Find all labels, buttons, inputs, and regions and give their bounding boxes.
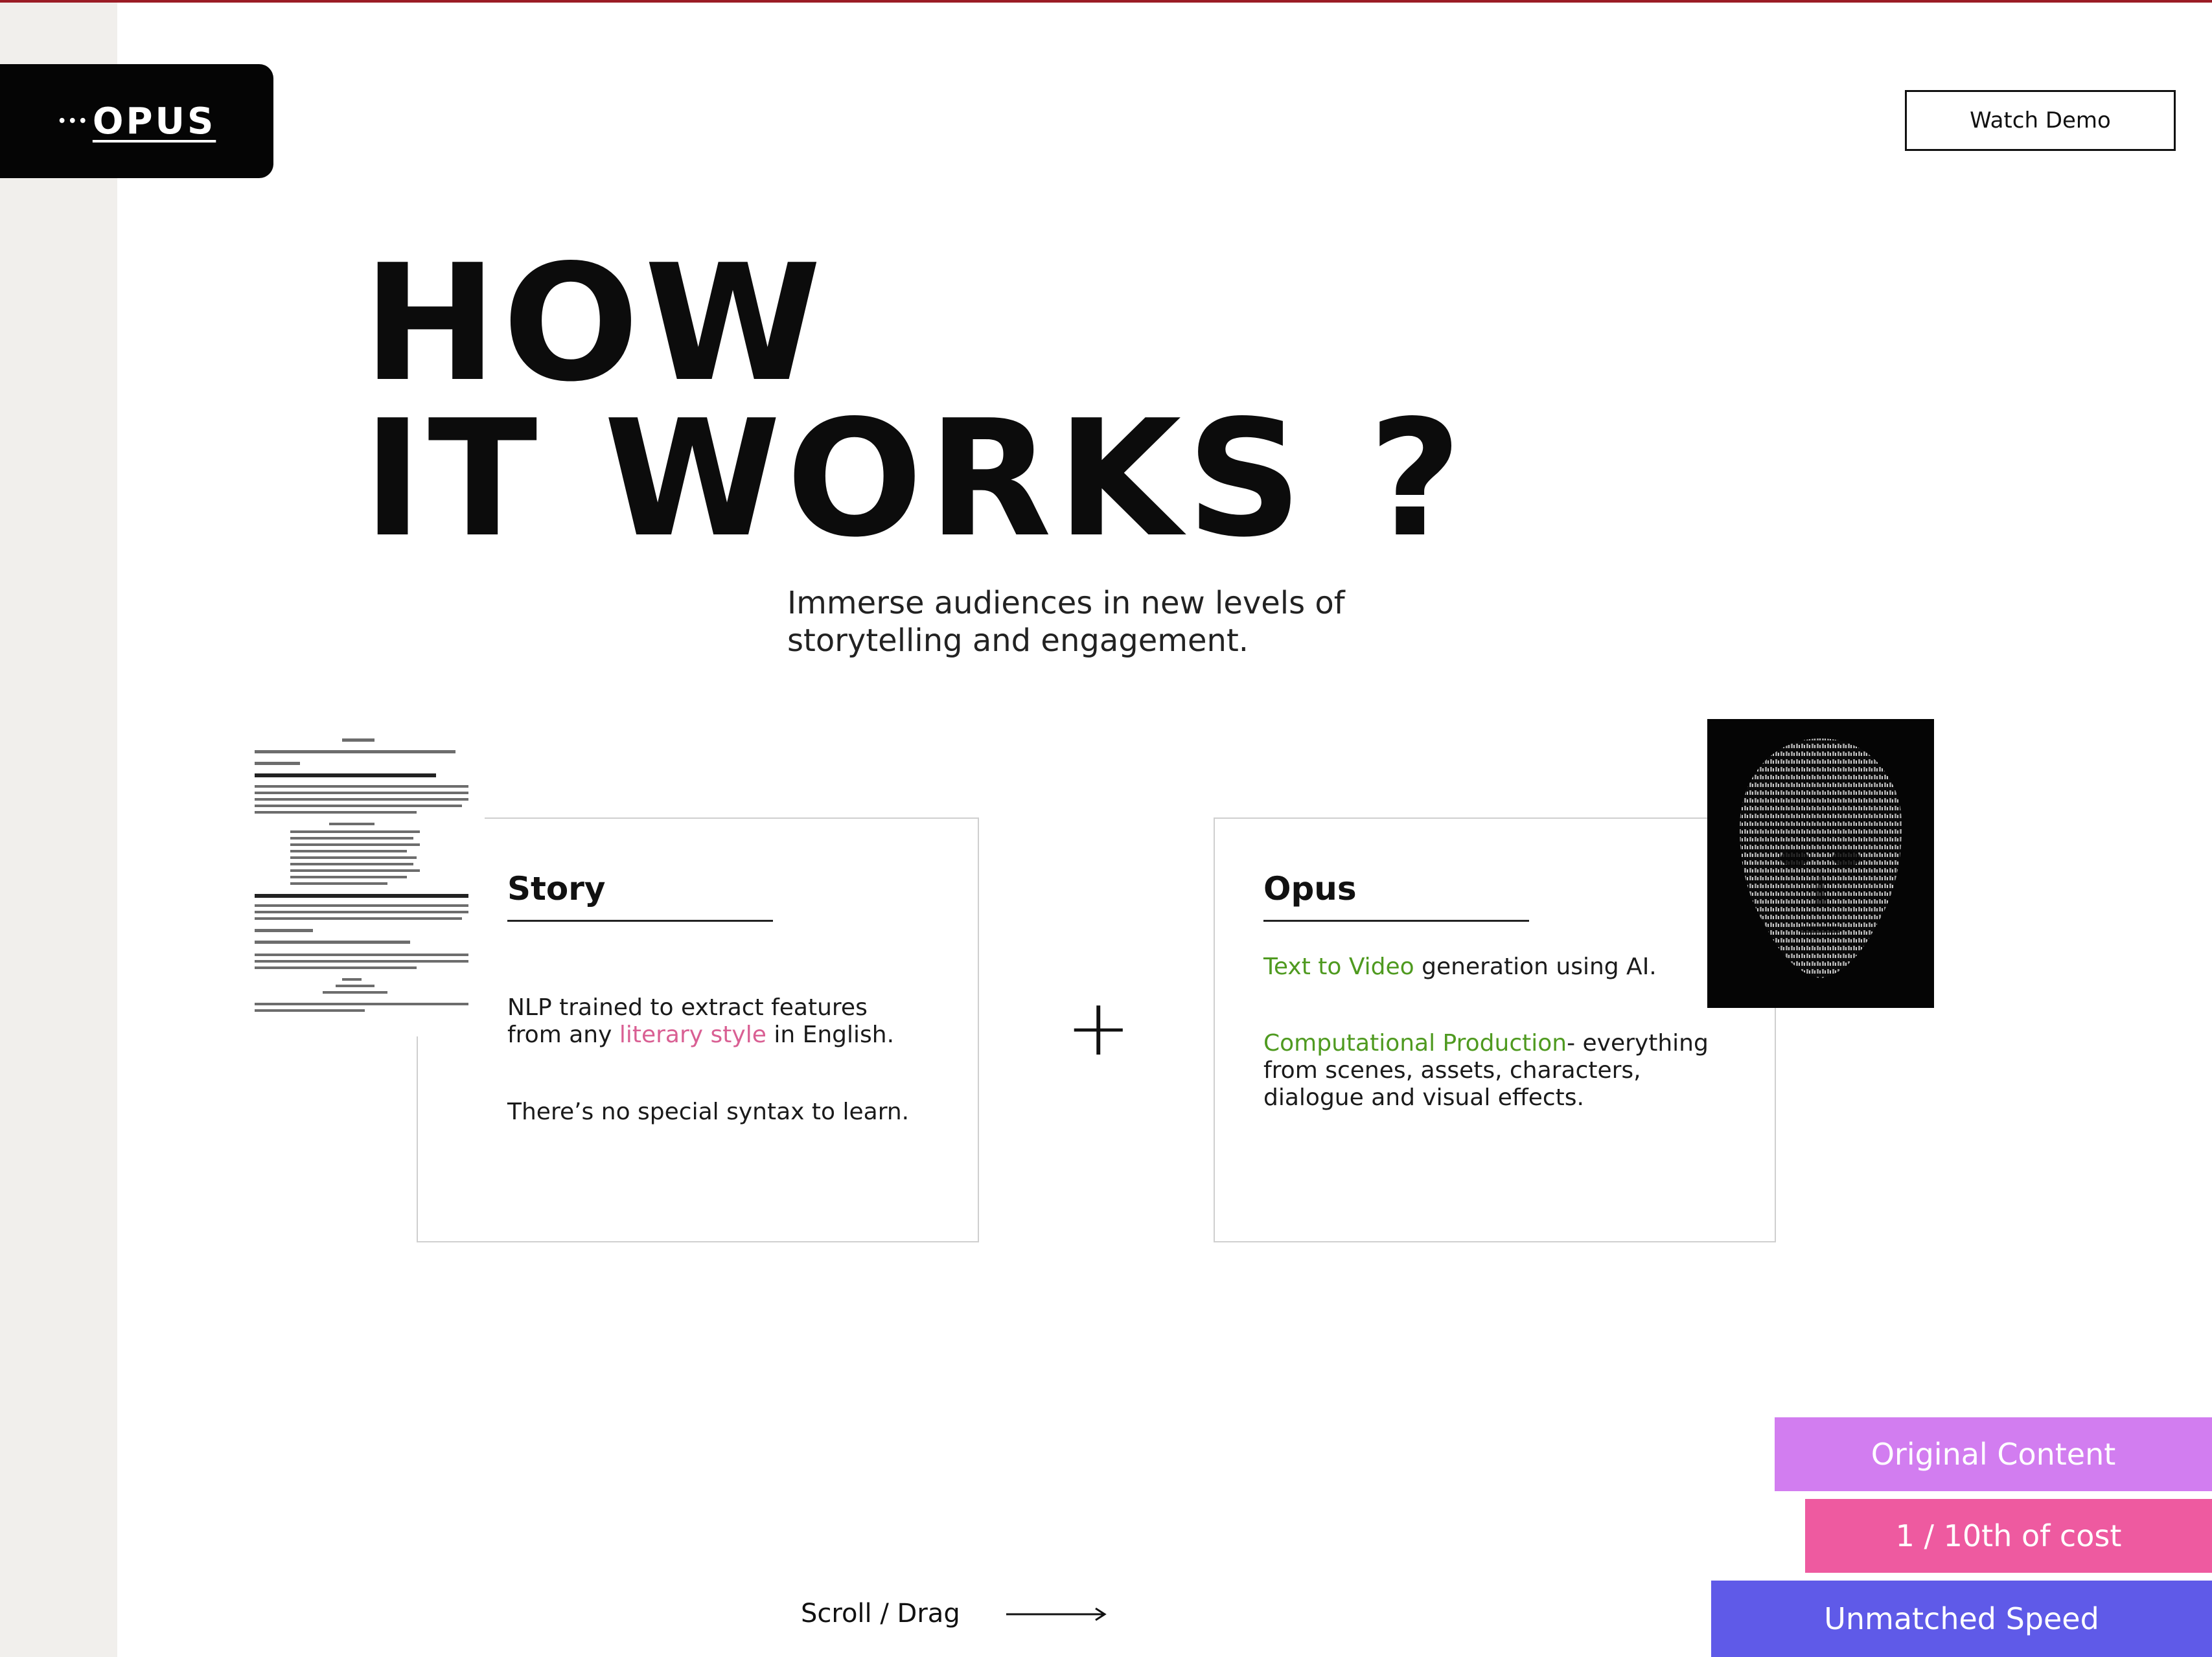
hero-subtitle: Immerse audiences in new levels of story… xyxy=(787,584,1435,659)
subtitle-line-2: storytelling and engagement. xyxy=(787,623,1249,659)
scroll-drag-label: Scroll / Drag xyxy=(801,1599,960,1628)
logo-dots-icon: ••• xyxy=(57,113,89,130)
original-content-tag: Original Content xyxy=(1775,1417,2212,1491)
story-card-note: There’s no special syntax to learn. xyxy=(507,1099,910,1125)
computational-production-highlight: Computational Production xyxy=(1263,1030,1567,1057)
watch-demo-button[interactable]: Watch Demo xyxy=(1905,90,2176,151)
text-to-video-highlight: Text to Video xyxy=(1263,954,1414,980)
subtitle-line-1: Immerse audiences in new levels of xyxy=(787,585,1345,621)
opus-line-3: from scenes, assets, characters, xyxy=(1263,1057,1641,1084)
opus-line-1-suffix: generation using AI. xyxy=(1414,954,1657,980)
screenplay-page-image xyxy=(251,732,485,1036)
speed-tag: Unmatched Speed xyxy=(1711,1581,2212,1657)
opus-card-description: Computational Production- everything fro… xyxy=(1263,1030,1709,1112)
arrow-right-icon[interactable] xyxy=(1006,1606,1110,1622)
story-line-2-suffix: in English. xyxy=(766,1022,895,1048)
opus-line-4: dialogue and visual effects. xyxy=(1263,1084,1584,1111)
left-rail xyxy=(0,3,117,1657)
title-line-2: IT WORKS ? xyxy=(363,386,1468,573)
logo-text: OPUS xyxy=(92,100,216,143)
plus-sign: + xyxy=(1066,983,1131,1073)
story-card-description: NLP trained to extract features from any… xyxy=(507,994,894,1049)
page-title: HOW IT WORKS ? xyxy=(363,244,1467,560)
opus-logo[interactable]: ••• OPUS xyxy=(0,64,273,178)
opus-card-line-1: Text to Video generation using AI. xyxy=(1263,954,1657,981)
opus-card-title: Opus xyxy=(1263,870,1357,908)
story-line-2-prefix: from any xyxy=(507,1022,619,1048)
story-card-title: Story xyxy=(507,870,606,908)
ascii-art-face-image xyxy=(1707,719,1934,1008)
story-card-divider xyxy=(507,920,773,922)
cost-tag: 1 / 10th of cost xyxy=(1805,1499,2212,1573)
literary-style-link[interactable]: literary style xyxy=(619,1022,766,1048)
story-line-1: NLP trained to extract features xyxy=(507,994,868,1021)
opus-line-2-suffix: - everything xyxy=(1567,1030,1709,1057)
top-accent-line xyxy=(0,0,2212,3)
opus-card-divider xyxy=(1263,920,1529,922)
